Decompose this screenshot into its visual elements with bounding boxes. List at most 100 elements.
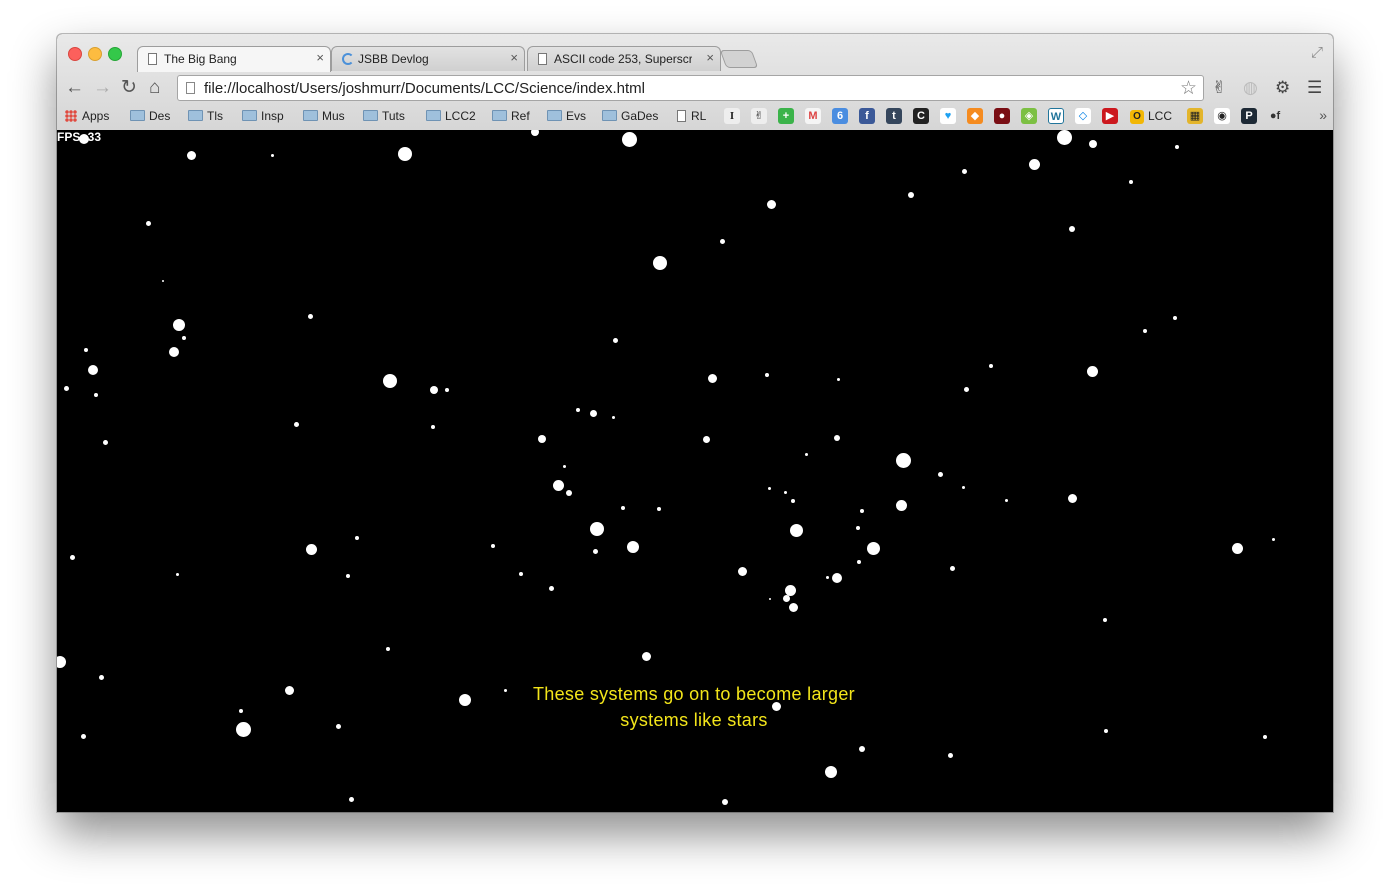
tab-title: JSBB Devlog xyxy=(358,52,429,66)
star-particle xyxy=(832,573,842,583)
github-icon[interactable]: ◉ xyxy=(1214,108,1230,124)
bookmark-rl[interactable]: RL xyxy=(677,109,706,123)
lcc-icon: O xyxy=(1130,110,1144,124)
twitter-icon[interactable]: ♥ xyxy=(940,108,956,124)
star-particle xyxy=(947,752,953,758)
star-particle xyxy=(589,409,597,417)
star-particle xyxy=(866,541,880,555)
star-particle xyxy=(784,584,796,596)
dropbox-icon[interactable]: ◇ xyxy=(1075,108,1091,124)
tab-jsbb-devlog[interactable]: JSBB Devlog × xyxy=(331,46,525,71)
url-text[interactable]: file://localhost/Users/joshmurr/Document… xyxy=(204,80,645,97)
bookmark-ref[interactable]: Ref xyxy=(492,109,530,123)
folder-icon xyxy=(602,110,617,121)
tab-close-icon[interactable]: × xyxy=(510,50,518,65)
star-particle xyxy=(621,131,637,147)
page-canvas[interactable]: FPS: 33 These systems go on to become la… xyxy=(57,130,1333,812)
orange-extension-icon[interactable]: ◆ xyxy=(967,108,983,124)
peace-icon[interactable]: ✌ xyxy=(751,108,767,124)
star-particle xyxy=(169,347,179,357)
star-particle xyxy=(860,509,864,513)
star-particle xyxy=(937,471,943,477)
folder-icon xyxy=(303,110,318,121)
facebook-icon[interactable]: f xyxy=(859,108,875,124)
window-close-button[interactable] xyxy=(68,47,82,61)
of-icon[interactable]: ●f xyxy=(1267,108,1283,124)
bookmark-mus[interactable]: Mus xyxy=(303,109,345,123)
p-icon[interactable]: P xyxy=(1241,108,1257,124)
reload-button[interactable]: ↻ xyxy=(121,78,137,98)
gmail-icon[interactable]: M xyxy=(805,108,821,124)
instapaper-icon[interactable]: I xyxy=(724,108,740,124)
caption-line-2: systems like stars xyxy=(620,710,768,730)
c-icon[interactable]: C xyxy=(913,108,929,124)
star-particle xyxy=(961,485,965,489)
star-particle xyxy=(182,336,186,340)
calendar-icon[interactable]: 6 xyxy=(832,108,848,124)
star-particle xyxy=(235,721,251,737)
fullscreen-icon[interactable]: ⤢ xyxy=(1311,44,1323,61)
home-button[interactable]: ⌂ xyxy=(149,78,160,98)
forward-button[interactable]: → xyxy=(93,78,112,98)
bookmark-lcc2[interactable]: LCC2 xyxy=(426,109,476,123)
new-tab-button[interactable] xyxy=(719,50,759,68)
star-particle xyxy=(63,385,69,391)
bookmark-des[interactable]: Des xyxy=(130,109,170,123)
tab-close-icon[interactable]: × xyxy=(316,50,324,65)
star-particle xyxy=(765,373,769,377)
star-particle xyxy=(961,168,967,174)
star-particle xyxy=(531,130,539,136)
caption-text: These systems go on to become larger sys… xyxy=(494,681,894,733)
address-bar[interactable]: file://localhost/Users/joshmurr/Document… xyxy=(177,75,1204,101)
settings-gear-icon[interactable]: ⚙ xyxy=(1275,78,1290,98)
lastfm-icon[interactable]: ● xyxy=(994,108,1010,124)
star-particle xyxy=(657,507,661,511)
star-particle xyxy=(1271,537,1275,541)
star-particle xyxy=(825,766,837,778)
tab-title: The Big Bang xyxy=(164,52,237,66)
folder-icon xyxy=(242,110,257,121)
star-particle xyxy=(766,199,776,209)
wordpress-icon[interactable]: W xyxy=(1048,108,1064,124)
star-particle xyxy=(592,548,598,554)
star-particle xyxy=(1143,329,1147,333)
folder-icon xyxy=(188,110,203,121)
star-particle xyxy=(355,536,359,540)
window-minimize-button[interactable] xyxy=(88,47,102,61)
star-particle xyxy=(908,192,914,198)
tumblr-icon[interactable]: t xyxy=(886,108,902,124)
maps-icon[interactable]: ◈ xyxy=(1021,108,1037,124)
bookmark-insp[interactable]: Insp xyxy=(242,109,284,123)
bookmark-gades[interactable]: GaDes xyxy=(602,109,658,123)
star-particle xyxy=(552,479,564,491)
folder-icon xyxy=(363,110,378,121)
peace-extension-icon[interactable]: ✌ xyxy=(1212,78,1226,98)
loading-spinner-icon xyxy=(342,53,354,65)
tab-close-icon[interactable]: × xyxy=(706,50,714,65)
back-button[interactable]: ← xyxy=(65,78,84,98)
plus-icon[interactable]: + xyxy=(778,108,794,124)
bookmark-apps[interactable]: Apps xyxy=(65,109,109,123)
star-particle xyxy=(1004,498,1008,502)
extension-icon[interactable]: ◍ xyxy=(1243,78,1258,98)
bookmark-star-icon[interactable]: ☆ xyxy=(1180,77,1197,100)
menu-icon[interactable]: ☰ xyxy=(1307,78,1322,98)
bookmarks-more-icon[interactable]: » xyxy=(1319,107,1327,123)
youtube-icon[interactable]: ▶ xyxy=(1102,108,1118,124)
star-particle xyxy=(386,647,390,651)
star-particle xyxy=(566,490,572,496)
window-zoom-button[interactable] xyxy=(108,47,122,61)
star-particle xyxy=(791,499,795,503)
bookmark-tls[interactable]: Tls xyxy=(188,109,223,123)
bookmark-evs[interactable]: Evs xyxy=(547,109,586,123)
star-particle xyxy=(767,486,771,490)
bookmark-tuts[interactable]: Tuts xyxy=(363,109,405,123)
tab-ascii-code[interactable]: ASCII code 253, Superscript × xyxy=(527,46,721,71)
bookmark-lcc[interactable]: O LCC xyxy=(1130,109,1172,125)
star-particle xyxy=(94,393,98,397)
star-particle xyxy=(949,565,955,571)
toolbox-icon[interactable]: ▦ xyxy=(1187,108,1203,124)
star-particle xyxy=(804,452,808,456)
tab-the-big-bang[interactable]: The Big Bang × xyxy=(137,46,331,72)
star-particle xyxy=(239,709,243,713)
